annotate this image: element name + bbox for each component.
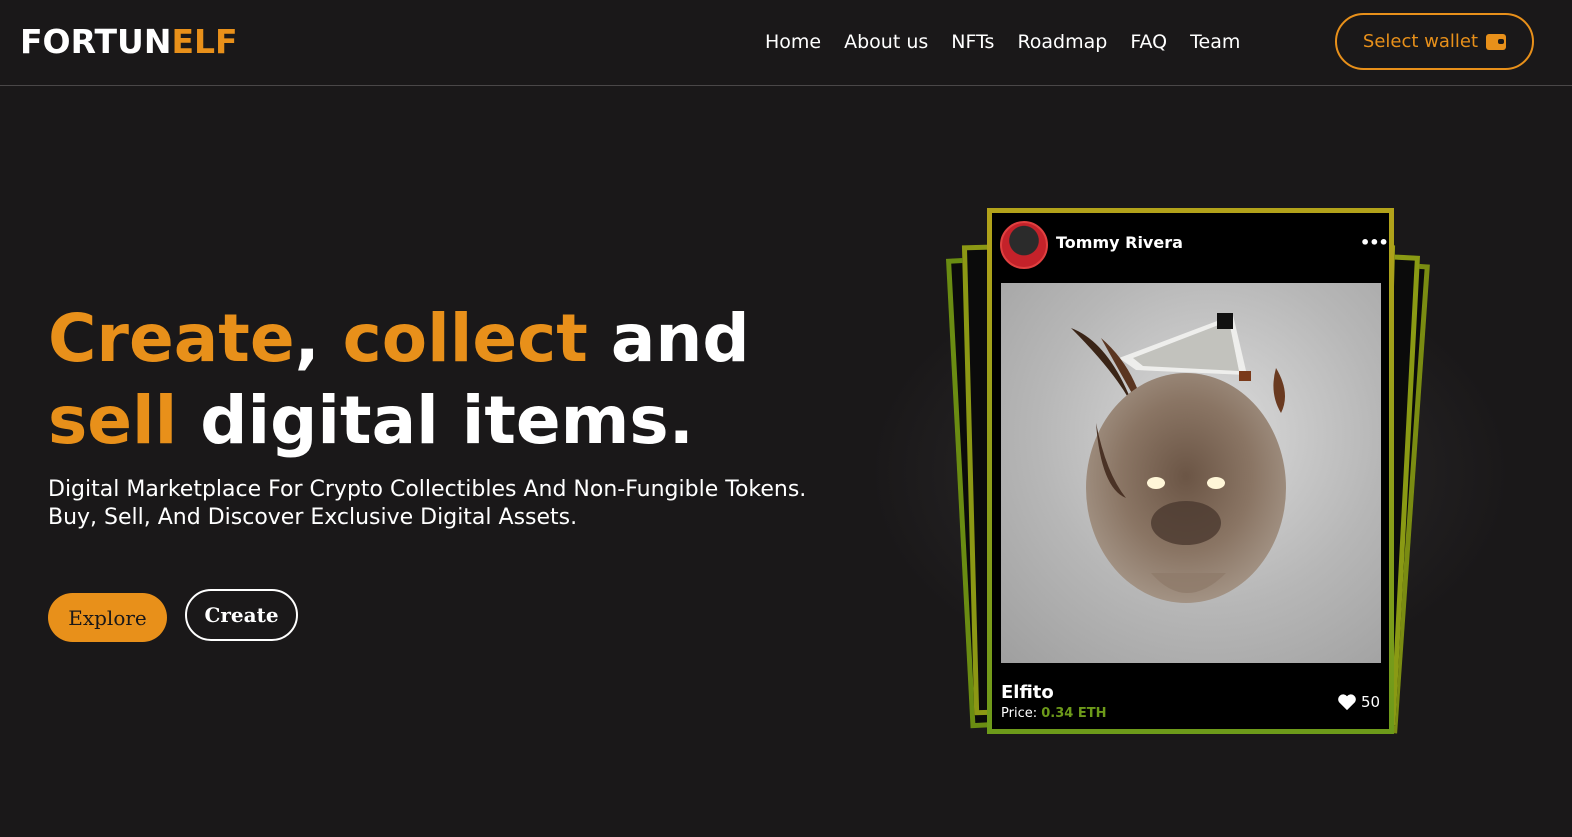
like-button[interactable]: 50 [1337,693,1380,711]
nft-card[interactable]: Tommy Rivera ••• Elfito Price: 0.34 ETH … [987,208,1394,734]
price-value: 0.34 ETH [1041,706,1107,721]
hero-title-and: and [610,300,750,377]
nav-roadmap-link[interactable]: Roadmap [1017,28,1107,56]
hero-title-digital-items: digital items. [200,382,694,459]
site-header: FORTUNELF Home About us NFTs Roadmap FAQ… [0,0,1572,86]
like-count: 50 [1361,693,1381,711]
author-avatar[interactable] [1000,221,1048,269]
nav-nfts-link[interactable]: NFTs [951,28,994,56]
more-options-icon[interactable]: ••• [1360,233,1389,252]
card-author-name[interactable]: Tommy Rivera [1056,233,1183,252]
nft-image[interactable] [1001,283,1381,663]
wallet-icon [1486,33,1507,50]
nft-name[interactable]: Elfito [1001,682,1054,703]
main-nav: Home About us NFTs Roadmap FAQ Team [765,28,1263,56]
hero-title-comma: , [294,300,320,377]
hero-title-create: Create [48,300,295,377]
hero-subtitle: Digital Marketplace For Crypto Collectib… [48,477,807,530]
brand-logo[interactable]: FORTUNELF [20,22,238,62]
heart-icon [1338,694,1356,711]
nav-home-link[interactable]: Home [765,28,821,56]
create-button[interactable]: Create [185,589,298,641]
explore-button[interactable]: Explore [48,593,167,642]
nft-price: Price: 0.34 ETH [1001,706,1106,721]
nav-faq-link[interactable]: FAQ [1130,28,1167,56]
price-label: Price: [1001,706,1038,721]
hero-title-sell: sell [48,382,178,459]
nav-team-link[interactable]: Team [1190,28,1240,56]
hero-title-collect: collect [342,300,588,377]
select-wallet-button[interactable]: Select wallet [1335,13,1534,70]
logo-text-part1: FORTUN [20,22,172,61]
elf-head-illustration [1071,313,1286,603]
select-wallet-label: Select wallet [1362,31,1479,52]
hero-title: Create, collect and sell digital items. [48,298,808,462]
logo-text-part2: ELF [171,22,238,61]
nav-about-link[interactable]: About us [844,28,928,56]
